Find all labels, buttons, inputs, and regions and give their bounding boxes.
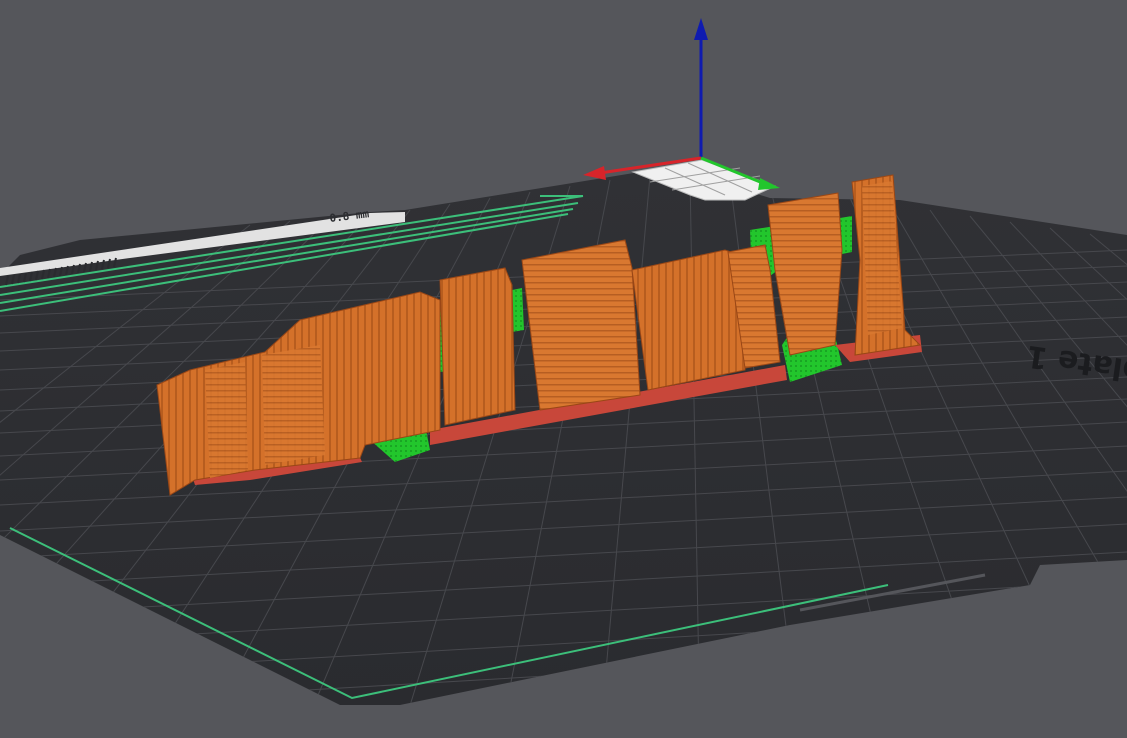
model-panel-4 — [631, 249, 746, 391]
3d-viewport[interactable]: 0.8 mm plate 1 — [0, 0, 1127, 738]
model-panel-3 — [521, 239, 641, 411]
scene-canvas[interactable]: 0.8 mm plate 1 — [0, 0, 1127, 738]
model-panel-2 — [439, 267, 516, 426]
